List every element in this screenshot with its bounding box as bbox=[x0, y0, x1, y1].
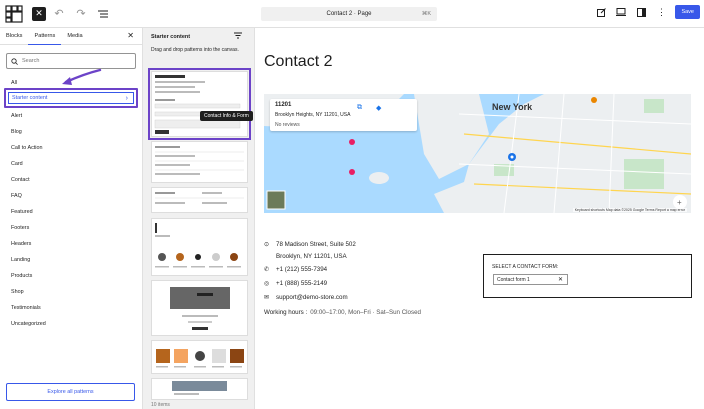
pattern-thumbnail[interactable] bbox=[151, 141, 248, 183]
category-blog[interactable]: Blog bbox=[11, 129, 22, 135]
pattern-thumbnail[interactable] bbox=[151, 340, 248, 374]
pattern-count: 10 items bbox=[151, 402, 170, 408]
pattern-tooltip: Contact Info & Form bbox=[200, 111, 253, 121]
svg-text:New York: New York bbox=[492, 102, 533, 112]
phone-icon: ✆ bbox=[264, 267, 270, 273]
svg-text:+: + bbox=[677, 198, 682, 207]
category-faq[interactable]: FAQ bbox=[11, 193, 22, 199]
tab-blocks[interactable]: Blocks bbox=[0, 28, 28, 45]
contact-form-selector: SELECT A CONTACT FORM: Contact form 1 ✕ bbox=[483, 254, 692, 298]
category-shop[interactable]: Shop bbox=[11, 289, 24, 295]
selection-inner-border bbox=[8, 92, 134, 104]
document-overview-icon[interactable] bbox=[94, 5, 112, 23]
map-address: Brooklyn Heights, NY 11201, USA bbox=[275, 112, 351, 118]
chevron-right-icon: › bbox=[125, 94, 128, 102]
category-card[interactable]: Card bbox=[11, 161, 23, 167]
category-testimonials[interactable]: Testimonials bbox=[11, 305, 41, 311]
map-reviews: No reviews bbox=[275, 122, 300, 128]
save-button[interactable]: Save bbox=[675, 5, 700, 19]
pattern-preview-header bbox=[172, 381, 227, 395]
command-shortcut: ⌘K bbox=[421, 11, 431, 17]
category-contact[interactable]: Contact bbox=[11, 177, 30, 183]
directions-icon[interactable]: ◆ bbox=[376, 104, 381, 112]
selected-form: Contact form 1 bbox=[497, 276, 530, 283]
search-input[interactable] bbox=[22, 58, 132, 64]
editor-window: ✕ ↶ ↷ Contact 2 · Page ⌘K ⋮ Save Blocks bbox=[0, 0, 704, 409]
category-products[interactable]: Products bbox=[11, 273, 32, 279]
redo-icon[interactable]: ↷ bbox=[72, 5, 90, 23]
address-row: ⊙ 78 Madison Street, Suite 502 Brooklyn,… bbox=[264, 241, 356, 260]
clear-icon[interactable]: ✕ bbox=[558, 276, 563, 283]
email-row: ✉ support@demo-store.com bbox=[264, 294, 348, 301]
address-line-1: 78 Madison Street, Suite 502 bbox=[276, 241, 356, 248]
hours-value: 09:00–17:00, Mon–Fri · Sat–Sun Closed bbox=[310, 309, 421, 316]
pattern-thumbnail[interactable] bbox=[151, 280, 248, 336]
pattern-preview-list bbox=[155, 146, 244, 175]
address-line-2: Brooklyn, NY 11201, USA bbox=[276, 253, 347, 260]
map-info-card[interactable]: 11201 Brooklyn Heights, NY 11201, USA No… bbox=[270, 99, 417, 131]
phone-row: ✆ +1 (212) 555-7394 bbox=[264, 266, 327, 273]
page-title[interactable]: Contact 2 bbox=[264, 53, 332, 71]
tab-media[interactable]: Media bbox=[61, 28, 88, 45]
settings-sidebar-icon[interactable] bbox=[635, 6, 647, 18]
editor-canvas: Contact 2 + New York 11201 Brooklyn Heig… bbox=[255, 28, 704, 409]
site-logo-icon[interactable] bbox=[0, 0, 28, 28]
category-starter-content[interactable]: Starter content › bbox=[4, 88, 138, 108]
email-address: support@demo-store.com bbox=[276, 294, 348, 301]
pattern-list-panel: Starter content Drag and drop patterns i… bbox=[143, 28, 255, 409]
view-page-icon[interactable] bbox=[595, 6, 607, 18]
inserter-panel: Blocks Patterns Media ✕ All Starter cont… bbox=[0, 28, 143, 409]
close-inserter-icon[interactable]: ✕ bbox=[32, 6, 46, 21]
pattern-preview-banner bbox=[170, 287, 230, 330]
filter-icon[interactable] bbox=[234, 32, 242, 41]
map-zip: 11201 bbox=[275, 102, 292, 108]
pattern-preview-products bbox=[155, 223, 241, 268]
pattern-preview-grid bbox=[156, 349, 244, 368]
category-call-to-action[interactable]: Call to Action bbox=[11, 145, 42, 151]
contact-form-select[interactable]: Contact form 1 ✕ bbox=[493, 274, 568, 285]
document-title-bar[interactable]: Contact 2 · Page ⌘K bbox=[261, 7, 437, 21]
pattern-thumbnail[interactable] bbox=[151, 218, 248, 276]
phone-number: +1 (212) 555-7394 bbox=[276, 266, 328, 273]
whatsapp-icon: ◎ bbox=[264, 281, 270, 287]
category-landing[interactable]: Landing bbox=[11, 257, 30, 263]
hours-label: Working hours : bbox=[264, 309, 308, 316]
map-embed[interactable]: + New York 11201 Brooklyn Heights, NY 11… bbox=[264, 94, 691, 213]
pattern-category-title: Starter content bbox=[151, 34, 191, 40]
category-all[interactable]: All bbox=[11, 80, 17, 86]
tab-patterns[interactable]: Patterns bbox=[28, 28, 62, 45]
whatsapp-number: +1 (888) 555-2149 bbox=[276, 280, 328, 287]
category-featured[interactable]: Featured bbox=[11, 209, 33, 215]
category-headers[interactable]: Headers bbox=[11, 241, 31, 247]
category-footers[interactable]: Footers bbox=[11, 225, 29, 231]
location-pin-icon: ⊙ bbox=[264, 242, 270, 248]
annotation-arrow-icon bbox=[62, 68, 102, 85]
pattern-preview-table bbox=[155, 192, 244, 204]
search-box bbox=[6, 53, 136, 69]
search-icon bbox=[11, 57, 18, 65]
form-select-label: SELECT A CONTACT FORM: bbox=[492, 264, 559, 270]
pattern-description: Drag and drop patterns into the canvas. bbox=[151, 47, 239, 53]
undo-icon[interactable]: ↶ bbox=[50, 5, 68, 23]
inserter-tabs: Blocks Patterns Media ✕ bbox=[0, 28, 142, 45]
pattern-thumbnail[interactable] bbox=[151, 378, 248, 400]
hours-row: Working hours : 09:00–17:00, Mon–Fri · S… bbox=[264, 309, 421, 316]
toolbar-right: ⋮ Save bbox=[595, 5, 700, 19]
explore-all-patterns-button[interactable]: Explore all patterns bbox=[6, 383, 135, 401]
more-options-icon[interactable]: ⋮ bbox=[655, 6, 667, 18]
document-title: Contact 2 · Page bbox=[326, 11, 372, 17]
category-uncategorized[interactable]: Uncategorized bbox=[11, 321, 46, 327]
open-in-maps-icon[interactable]: ⧉ bbox=[357, 104, 362, 112]
map-credits: Keyboard shortcuts Map data ©2025 Google… bbox=[572, 208, 687, 212]
whatsapp-row: ◎ +1 (888) 555-2149 bbox=[264, 280, 327, 287]
device-preview-icon[interactable] bbox=[615, 6, 627, 18]
mail-icon: ✉ bbox=[264, 295, 270, 301]
top-toolbar: ✕ ↶ ↷ Contact 2 · Page ⌘K ⋮ Save bbox=[0, 0, 704, 28]
selected-pattern-highlight bbox=[148, 68, 251, 140]
close-icon[interactable]: ✕ bbox=[127, 31, 134, 40]
category-alert[interactable]: Alert bbox=[11, 113, 22, 119]
pattern-thumbnail[interactable] bbox=[151, 187, 248, 213]
